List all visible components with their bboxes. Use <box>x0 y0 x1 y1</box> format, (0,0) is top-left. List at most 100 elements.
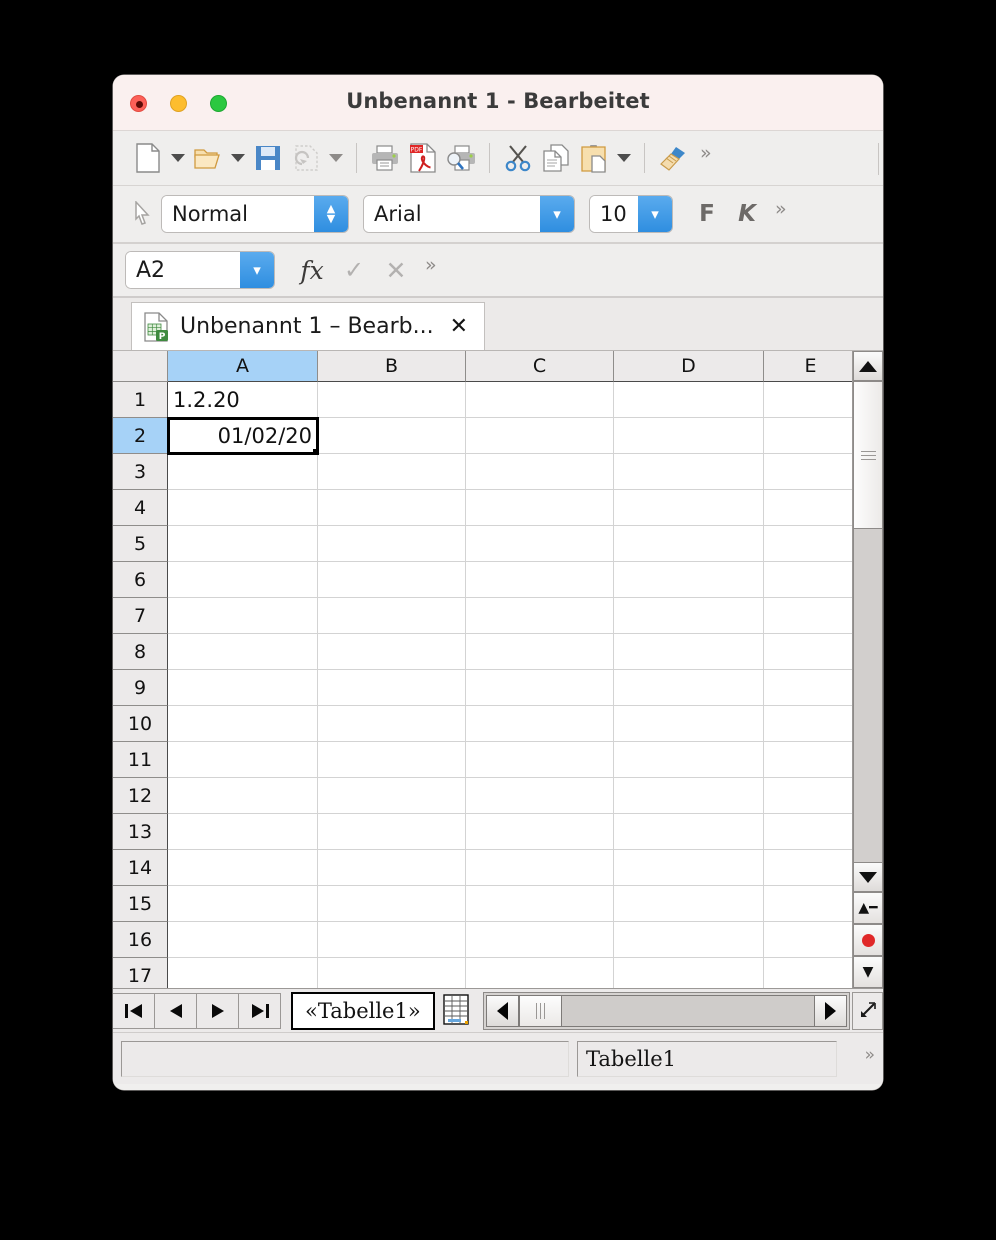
cell-d7[interactable] <box>614 598 764 634</box>
print-preview-button[interactable] <box>442 136 480 180</box>
open-document-dropdown[interactable] <box>227 154 249 162</box>
document-tab[interactable]: P Unbenannt 1 – Bearb... ✕ <box>131 302 485 350</box>
last-sheet-button[interactable] <box>238 992 281 1029</box>
cell-a11[interactable] <box>168 742 318 778</box>
column-header-a[interactable]: A <box>168 351 318 382</box>
cell-e1[interactable] <box>764 382 852 418</box>
scroll-up-button[interactable] <box>853 351 883 381</box>
close-icon[interactable]: ✕ <box>450 314 468 339</box>
cell-d3[interactable] <box>614 454 764 490</box>
row-header-5[interactable]: 5 <box>113 526 168 562</box>
cell-c1[interactable] <box>466 382 614 418</box>
cell-d14[interactable] <box>614 850 764 886</box>
cell-a5[interactable] <box>168 526 318 562</box>
column-header-c[interactable]: C <box>466 351 614 382</box>
reject-formula-button[interactable]: ✕ <box>375 250 417 290</box>
export-pdf-button[interactable]: PDF <box>404 136 442 180</box>
row-header-14[interactable]: 14 <box>113 850 168 886</box>
cell-a14[interactable] <box>168 850 318 886</box>
cell-c14[interactable] <box>466 850 614 886</box>
row-header-15[interactable]: 15 <box>113 886 168 922</box>
vertical-scrollbar[interactable]: ▲━ ▼ <box>852 351 883 988</box>
cell-b2[interactable] <box>318 418 466 454</box>
column-header-b[interactable]: B <box>318 351 466 382</box>
horizontal-scrollbar-thumb[interactable] <box>518 994 562 1027</box>
cell-e4[interactable] <box>764 490 852 526</box>
cell-d13[interactable] <box>614 814 764 850</box>
cell-a3[interactable] <box>168 454 318 490</box>
cell-e6[interactable] <box>764 562 852 598</box>
cell-e5[interactable] <box>764 526 852 562</box>
bold-button[interactable]: F <box>687 195 727 233</box>
paste-dropdown[interactable] <box>613 154 635 162</box>
cell-b13[interactable] <box>318 814 466 850</box>
cell-a4[interactable] <box>168 490 318 526</box>
cell-a17[interactable] <box>168 958 318 988</box>
row-header-8[interactable]: 8 <box>113 634 168 670</box>
cell-c8[interactable] <box>466 634 614 670</box>
cell-e13[interactable] <box>764 814 852 850</box>
new-document-dropdown[interactable] <box>167 154 189 162</box>
fill-handle[interactable] <box>313 449 317 453</box>
row-header-11[interactable]: 11 <box>113 742 168 778</box>
cell-c5[interactable] <box>466 526 614 562</box>
row-header-17[interactable]: 17 <box>113 958 168 988</box>
cell-d4[interactable] <box>614 490 764 526</box>
name-box-dropdown[interactable]: ▾ <box>240 252 274 288</box>
cell-c13[interactable] <box>466 814 614 850</box>
cell-c7[interactable] <box>466 598 614 634</box>
horizontal-scrollbar-track[interactable] <box>561 994 814 1027</box>
undo-button[interactable] <box>287 136 325 180</box>
previous-sheet-button[interactable] <box>154 992 197 1029</box>
row-header-12[interactable]: 12 <box>113 778 168 814</box>
cell-b7[interactable] <box>318 598 466 634</box>
font-name-dropdown[interactable]: ▾ <box>540 196 574 232</box>
cell-c4[interactable] <box>466 490 614 526</box>
cell-c2[interactable] <box>466 418 614 454</box>
cell-d6[interactable] <box>614 562 764 598</box>
cell-d5[interactable] <box>614 526 764 562</box>
formatbar-overflow-button[interactable]: » <box>775 198 787 220</box>
save-document-button[interactable] <box>249 136 287 180</box>
clone-formatting-button[interactable] <box>654 136 692 180</box>
undo-dropdown[interactable] <box>325 154 347 162</box>
navigate-by-object-button[interactable] <box>853 924 883 956</box>
cell-d15[interactable] <box>614 886 764 922</box>
cell-d11[interactable] <box>614 742 764 778</box>
cell-b12[interactable] <box>318 778 466 814</box>
cell-c6[interactable] <box>466 562 614 598</box>
scroll-down-button[interactable] <box>853 862 883 892</box>
row-header-1[interactable]: 1 <box>113 382 168 418</box>
next-sheet-button[interactable] <box>196 992 239 1029</box>
cell-b11[interactable] <box>318 742 466 778</box>
cell-b8[interactable] <box>318 634 466 670</box>
cell-e10[interactable] <box>764 706 852 742</box>
scroll-left-button[interactable] <box>485 994 519 1027</box>
cell-c17[interactable] <box>466 958 614 988</box>
row-header-9[interactable]: 9 <box>113 670 168 706</box>
cell-e7[interactable] <box>764 598 852 634</box>
next-page-button[interactable]: ▼ <box>853 956 883 988</box>
vertical-scrollbar-track[interactable] <box>853 529 883 862</box>
paragraph-style-combo[interactable]: Normal ▲ ▼ <box>161 195 349 233</box>
cell-e8[interactable] <box>764 634 852 670</box>
formulabar-overflow-button[interactable]: » <box>425 254 437 276</box>
cell-b14[interactable] <box>318 850 466 886</box>
cell-a7[interactable] <box>168 598 318 634</box>
cell-e11[interactable] <box>764 742 852 778</box>
cell-e15[interactable] <box>764 886 852 922</box>
cell-b17[interactable] <box>318 958 466 988</box>
column-header-d[interactable]: D <box>614 351 764 382</box>
paragraph-style-spinner[interactable]: ▲ ▼ <box>314 196 348 232</box>
open-document-button[interactable] <box>189 136 227 180</box>
row-header-16[interactable]: 16 <box>113 922 168 958</box>
vertical-scrollbar-thumb[interactable] <box>853 381 883 529</box>
cell-b1[interactable] <box>318 382 466 418</box>
cell-e14[interactable] <box>764 850 852 886</box>
row-header-6[interactable]: 6 <box>113 562 168 598</box>
grid-viewport[interactable]: A B C D E 1 1.2.20 2 01/02/20 3 4 5 6 7 … <box>113 351 852 988</box>
cell-e2[interactable] <box>764 418 852 454</box>
cell-c15[interactable] <box>466 886 614 922</box>
cut-button[interactable] <box>499 136 537 180</box>
cell-e12[interactable] <box>764 778 852 814</box>
